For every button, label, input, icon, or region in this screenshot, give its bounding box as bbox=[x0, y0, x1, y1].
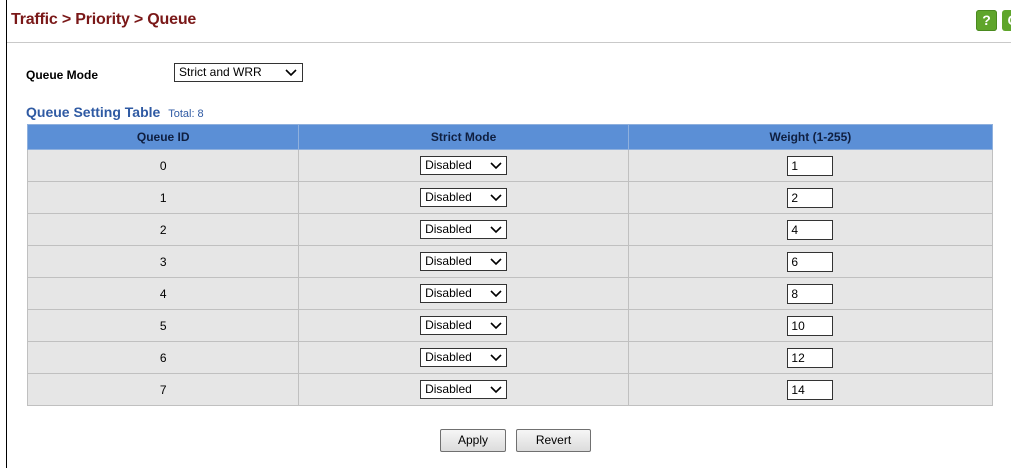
table-row: 7 Disabled 14 bbox=[26, 373, 994, 406]
title-bar: Traffic > Priority > Queue ? C bbox=[7, 0, 1011, 43]
strict-mode-select[interactable]: Disabled bbox=[420, 252, 508, 271]
queue-id-cell: 3 bbox=[26, 245, 300, 278]
chevron-down-icon bbox=[490, 386, 502, 394]
weight-input[interactable]: 8 bbox=[787, 283, 834, 304]
column-header-strict-mode: Strict Mode bbox=[298, 124, 629, 150]
chevron-down-icon bbox=[490, 226, 502, 234]
strict-mode-value: Disabled bbox=[425, 222, 472, 236]
page-frame: Traffic > Priority > Queue ? C Queue Mod… bbox=[6, 0, 1011, 468]
strict-mode-select[interactable]: Disabled bbox=[420, 188, 508, 207]
strict-mode-value: Disabled bbox=[425, 382, 472, 396]
strict-mode-value: Disabled bbox=[425, 318, 472, 332]
queue-id-cell: 0 bbox=[26, 149, 300, 182]
strict-mode-select[interactable]: Disabled bbox=[420, 156, 508, 175]
weight-input[interactable]: 14 bbox=[787, 379, 834, 400]
table-row: 6 Disabled 12 bbox=[26, 341, 994, 374]
strict-mode-select[interactable]: Disabled bbox=[420, 380, 508, 399]
queue-setting-table: Queue ID Strict Mode Weight (1-255) 0 Dis… bbox=[26, 124, 994, 406]
queue-id: 6 bbox=[159, 350, 167, 365]
weight-input[interactable]: 4 bbox=[787, 219, 834, 240]
chevron-down-icon bbox=[490, 354, 502, 362]
queue-id: 1 bbox=[159, 190, 167, 205]
weight-cell: 2 bbox=[627, 181, 994, 214]
table-row: 0 Disabled 1 bbox=[26, 149, 994, 182]
table-total: Total: 8 bbox=[168, 108, 204, 120]
weight-cell: 4 bbox=[627, 213, 994, 246]
weight-cell: 1 bbox=[627, 149, 994, 182]
refresh-icon[interactable]: C bbox=[1002, 10, 1011, 31]
weight-cell: 14 bbox=[627, 373, 994, 406]
weight-cell: 6 bbox=[627, 245, 994, 278]
table-row: 2 Disabled 4 bbox=[26, 213, 994, 246]
table-row: 5 Disabled 10 bbox=[26, 309, 994, 342]
chevron-down-icon bbox=[490, 162, 502, 170]
weight-cell: 8 bbox=[627, 277, 994, 310]
strict-mode-value: Disabled bbox=[425, 254, 472, 268]
strict-mode-cell: Disabled bbox=[298, 149, 629, 182]
queue-id-cell: 1 bbox=[26, 181, 300, 214]
table-row: 1 Disabled 2 bbox=[26, 181, 994, 214]
strict-mode-cell: Disabled bbox=[298, 245, 629, 278]
strict-mode-value: Disabled bbox=[425, 190, 472, 204]
queue-id: 5 bbox=[159, 318, 167, 333]
table-title-text: Queue Setting Table bbox=[26, 104, 161, 120]
strict-mode-cell: Disabled bbox=[298, 181, 629, 214]
queue-mode-value: Strict and WRR bbox=[179, 65, 262, 79]
weight-input[interactable]: 6 bbox=[787, 251, 834, 272]
queue-id-cell: 4 bbox=[26, 277, 300, 310]
strict-mode-value: Disabled bbox=[425, 158, 472, 172]
chevron-down-icon bbox=[490, 322, 502, 330]
chevron-down-icon bbox=[490, 290, 502, 298]
queue-setting-table-title: Queue Setting Table Total: 8 bbox=[26, 104, 204, 120]
queue-id-cell: 2 bbox=[26, 213, 300, 246]
strict-mode-cell: Disabled bbox=[298, 213, 629, 246]
queue-mode-label: Queue Mode bbox=[26, 68, 99, 82]
weight-input[interactable]: 10 bbox=[787, 315, 834, 336]
strict-mode-value: Disabled bbox=[425, 286, 472, 300]
column-header-weight: Weight (1-255) bbox=[627, 124, 994, 150]
apply-button[interactable]: Apply bbox=[440, 429, 506, 452]
weight-cell: 12 bbox=[627, 341, 994, 374]
table-row: 4 Disabled 8 bbox=[26, 277, 994, 310]
queue-id-cell: 5 bbox=[26, 309, 300, 342]
strict-mode-cell: Disabled bbox=[298, 309, 629, 342]
page-title: Traffic > Priority > Queue bbox=[11, 11, 197, 28]
help-icon[interactable]: ? bbox=[976, 10, 997, 31]
weight-input[interactable]: 2 bbox=[787, 187, 834, 208]
queue-id-cell: 7 bbox=[26, 373, 300, 406]
weight-cell: 10 bbox=[627, 309, 994, 342]
chevron-down-icon bbox=[490, 194, 502, 202]
queue-id-cell: 6 bbox=[26, 341, 300, 374]
weight-input[interactable]: 1 bbox=[787, 155, 834, 176]
strict-mode-select[interactable]: Disabled bbox=[420, 316, 508, 335]
table-row: 3 Disabled 6 bbox=[26, 245, 994, 278]
chevron-down-icon bbox=[490, 258, 502, 266]
queue-id: 7 bbox=[159, 382, 167, 397]
strict-mode-cell: Disabled bbox=[298, 341, 629, 374]
queue-id: 4 bbox=[159, 286, 167, 301]
strict-mode-cell: Disabled bbox=[298, 373, 629, 406]
column-header-queue-id: Queue ID bbox=[26, 124, 300, 150]
queue-mode-select[interactable]: Strict and WRR bbox=[174, 63, 303, 82]
queue-id: 2 bbox=[159, 222, 167, 237]
strict-mode-select[interactable]: Disabled bbox=[420, 284, 508, 303]
strict-mode-cell: Disabled bbox=[298, 277, 629, 310]
weight-input[interactable]: 12 bbox=[787, 347, 834, 368]
strict-mode-select[interactable]: Disabled bbox=[420, 348, 508, 367]
strict-mode-select[interactable]: Disabled bbox=[420, 220, 508, 239]
queue-id: 3 bbox=[159, 254, 167, 269]
strict-mode-value: Disabled bbox=[425, 350, 472, 364]
chevron-down-icon bbox=[285, 69, 297, 77]
queue-id: 0 bbox=[159, 158, 167, 173]
table-header-row: Queue ID Strict Mode Weight (1-255) bbox=[26, 124, 994, 150]
revert-button[interactable]: Revert bbox=[516, 429, 591, 452]
